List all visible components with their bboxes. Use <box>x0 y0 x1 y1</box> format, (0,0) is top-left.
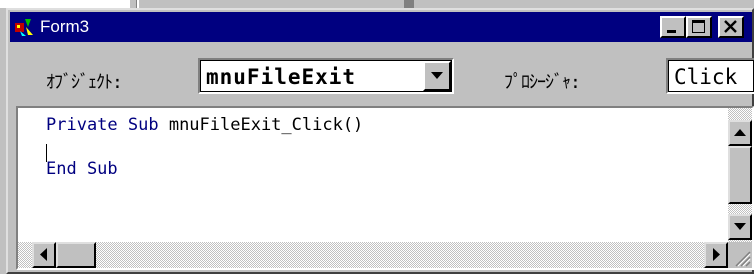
parent-divider <box>136 0 139 8</box>
text-caret <box>46 144 47 162</box>
title-bar[interactable]: Form3 <box>10 12 752 42</box>
object-label: ｵﾌﾞｼﾞｪｸﾄ: <box>46 72 123 93</box>
code-window: Form3 ｵﾌﾞｼﾞｪｸﾄ: mnuFileExit ﾌﾟﾛｼｰｼﾞｬ: Cl… <box>6 8 754 274</box>
code-text: Private Sub mnuFileExit_Click() End Sub <box>46 114 363 180</box>
code-line-1: Private Sub mnuFileExit_Click() <box>46 114 363 136</box>
code-keyword: Private Sub <box>46 115 159 135</box>
parent-divider <box>404 0 414 8</box>
scroll-down-button[interactable] <box>728 214 752 240</box>
code-line-3: End Sub <box>46 158 363 180</box>
horizontal-scrollbar[interactable] <box>18 242 728 268</box>
size-grip[interactable] <box>728 242 752 268</box>
minimize-button[interactable] <box>660 16 686 38</box>
scroll-up-button[interactable] <box>728 120 752 146</box>
code-keyword: End Sub <box>46 159 118 179</box>
procedure-label: ﾌﾟﾛｼｰｼﾞｬ: <box>504 72 581 93</box>
object-combo-dropdown-button[interactable] <box>423 61 451 91</box>
horizontal-scroll-thumb[interactable] <box>56 242 96 268</box>
object-combo-value: mnuFileExit <box>206 65 357 89</box>
procedure-combo-value: Click <box>674 65 738 89</box>
vertical-scroll-thumb[interactable] <box>728 146 752 204</box>
vb-form-icon <box>14 17 36 37</box>
object-combo[interactable]: mnuFileExit <box>198 58 454 94</box>
procedure-combo[interactable]: Click <box>666 58 754 94</box>
code-identifier: mnuFileExit_Click() <box>158 115 364 135</box>
code-editor[interactable]: Private Sub mnuFileExit_Click() End Sub <box>16 106 754 270</box>
parent-panel-edge <box>0 0 130 8</box>
maximize-button[interactable] <box>686 16 712 38</box>
scroll-right-button[interactable] <box>704 242 728 268</box>
window-title: Form3 <box>40 17 90 36</box>
vertical-scrollbar[interactable] <box>728 108 752 242</box>
close-button[interactable] <box>718 16 744 38</box>
scroll-left-button[interactable] <box>32 242 56 268</box>
